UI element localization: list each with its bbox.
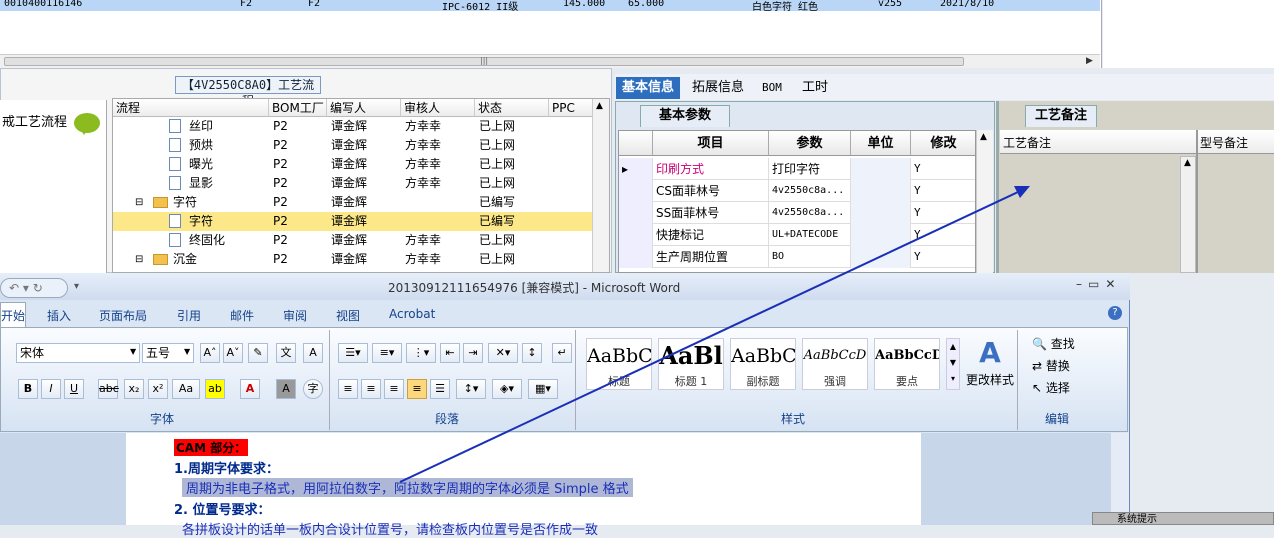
annotation-arrow: [399, 186, 1030, 483]
arrow-line: [399, 191, 1019, 483]
